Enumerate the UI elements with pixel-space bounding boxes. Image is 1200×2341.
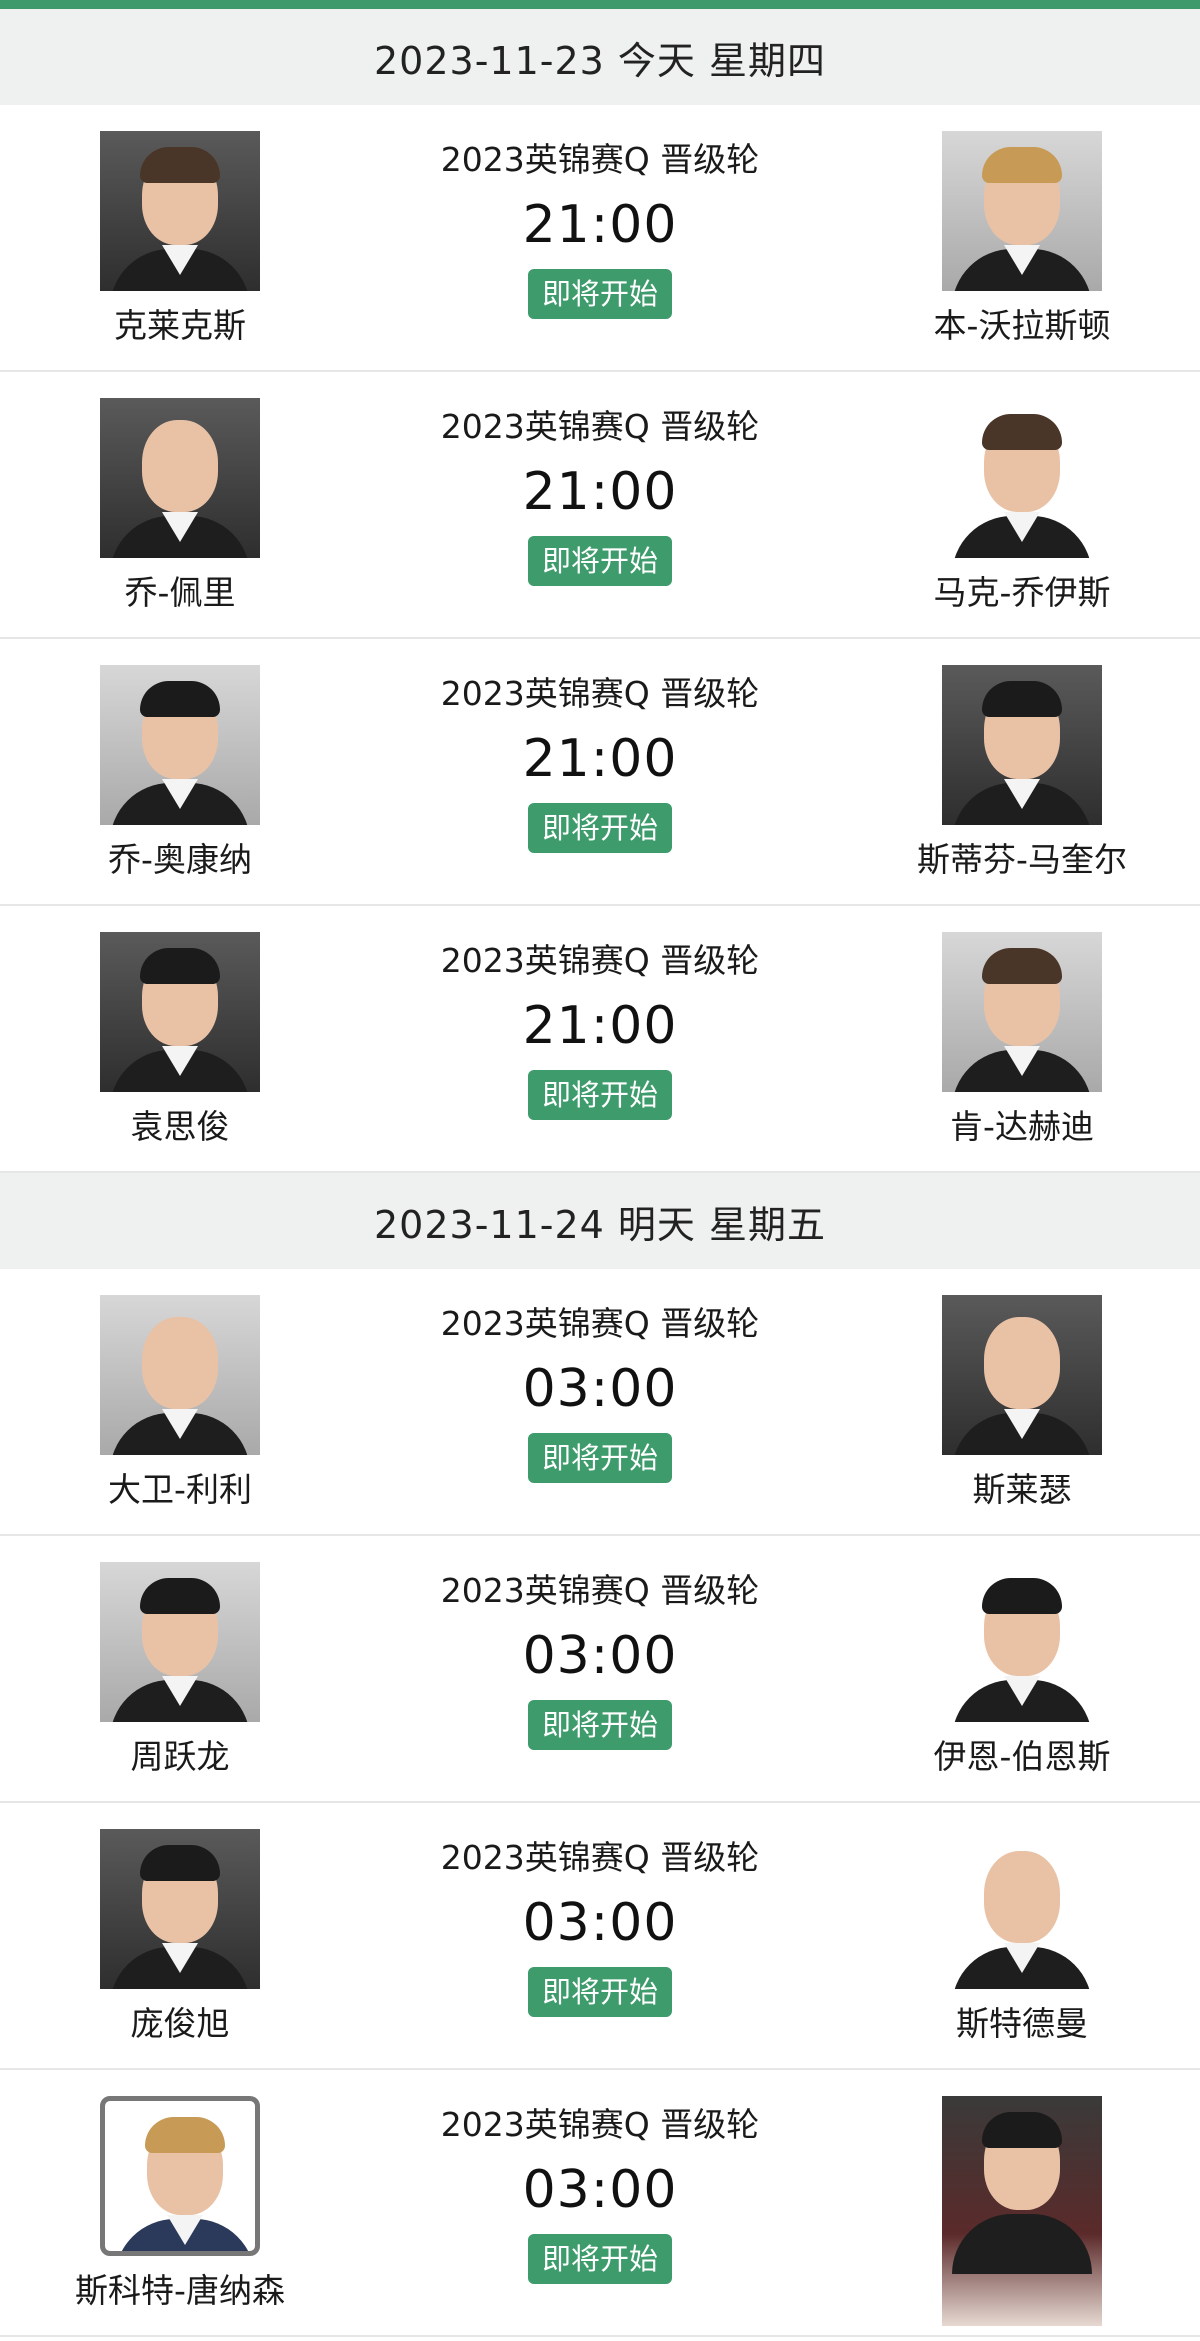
match-row[interactable]: 乔-奥康纳 2023英锦赛Q 晋级轮 21:00 即将开始 斯蒂芬-马奎尔 xyxy=(0,639,1200,906)
top-accent-bar xyxy=(0,0,1200,9)
player-avatar xyxy=(942,2096,1102,2326)
away-player[interactable]: 斯蒂芬-马奎尔 xyxy=(892,665,1152,881)
status-badge[interactable]: 即将开始 xyxy=(527,1967,672,2017)
match-info: 2023英锦赛Q 晋级轮 21:00 即将开始 xyxy=(400,934,800,1120)
home-player[interactable]: 周跃龙 xyxy=(50,1562,310,1778)
home-player[interactable]: 克莱克斯 xyxy=(50,131,310,347)
away-player-name: 伊恩-伯恩斯 xyxy=(933,1737,1111,1776)
match-time: 21:00 xyxy=(522,462,678,522)
status-badge[interactable]: 即将开始 xyxy=(527,1433,672,1483)
event-name: 2023英锦赛Q 晋级轮 xyxy=(440,941,760,980)
event-name: 2023英锦赛Q 晋级轮 xyxy=(440,1571,760,1610)
match-row[interactable]: 袁思俊 2023英锦赛Q 晋级轮 21:00 即将开始 肯-达赫迪 xyxy=(0,906,1200,1173)
match-time: 03:00 xyxy=(522,2160,678,2220)
away-player[interactable]: 本-沃拉斯顿 xyxy=(892,131,1152,347)
player-avatar xyxy=(942,665,1102,825)
home-player[interactable]: 袁思俊 xyxy=(50,932,310,1148)
match-info: 2023英锦赛Q 晋级轮 03:00 即将开始 xyxy=(400,1297,800,1483)
status-badge[interactable]: 即将开始 xyxy=(527,269,672,319)
player-avatar xyxy=(100,131,260,291)
status-badge[interactable]: 即将开始 xyxy=(527,803,672,853)
away-player-name: 本-沃拉斯顿 xyxy=(933,306,1111,345)
date-header-today: 2023-11-23 今天 星期四 xyxy=(0,9,1200,105)
home-player-name: 袁思俊 xyxy=(130,1107,230,1146)
match-info: 2023英锦赛Q 晋级轮 21:00 即将开始 xyxy=(400,667,800,853)
match-row[interactable]: 乔-佩里 2023英锦赛Q 晋级轮 21:00 即将开始 马克-乔伊斯 xyxy=(0,372,1200,639)
date-header-tomorrow: 2023-11-24 明天 星期五 xyxy=(0,1173,1200,1269)
player-avatar xyxy=(100,1829,260,1989)
event-name: 2023英锦赛Q 晋级轮 xyxy=(440,1838,760,1877)
event-name: 2023英锦赛Q 晋级轮 xyxy=(440,674,760,713)
home-player[interactable]: 斯科特-唐纳森 xyxy=(50,2096,310,2312)
away-player[interactable]: 马克-乔伊斯 xyxy=(892,398,1152,614)
home-player[interactable]: 庞俊旭 xyxy=(50,1829,310,2045)
match-info: 2023英锦赛Q 晋级轮 03:00 即将开始 xyxy=(400,2098,800,2284)
away-player[interactable]: 伊恩-伯恩斯 xyxy=(892,1562,1152,1778)
status-badge[interactable]: 即将开始 xyxy=(527,2234,672,2284)
player-avatar xyxy=(100,932,260,1092)
player-avatar xyxy=(942,131,1102,291)
home-player-name: 乔-佩里 xyxy=(124,573,236,612)
match-row[interactable]: 周跃龙 2023英锦赛Q 晋级轮 03:00 即将开始 伊恩-伯恩斯 xyxy=(0,1536,1200,1803)
player-avatar xyxy=(100,1295,260,1455)
event-name: 2023英锦赛Q 晋级轮 xyxy=(440,2105,760,2144)
player-avatar xyxy=(100,2096,260,2256)
away-player[interactable]: 斯特德曼 xyxy=(892,1829,1152,2045)
event-name: 2023英锦赛Q 晋级轮 xyxy=(440,140,760,179)
match-info: 2023英锦赛Q 晋级轮 03:00 即将开始 xyxy=(400,1564,800,1750)
home-player[interactable]: 乔-奥康纳 xyxy=(50,665,310,881)
match-time: 03:00 xyxy=(522,1359,678,1419)
match-time: 21:00 xyxy=(522,729,678,789)
home-player-name: 乔-奥康纳 xyxy=(108,840,252,879)
status-badge[interactable]: 即将开始 xyxy=(527,536,672,586)
match-row[interactable]: 斯科特-唐纳森 2023英锦赛Q 晋级轮 03:00 即将开始 xyxy=(0,2070,1200,2337)
away-player-name: 马克-乔伊斯 xyxy=(933,573,1111,612)
away-player-name: 肯-达赫迪 xyxy=(950,1107,1094,1146)
match-info: 2023英锦赛Q 晋级轮 03:00 即将开始 xyxy=(400,1831,800,2017)
away-player-name: 斯莱瑟 xyxy=(972,1470,1072,1509)
home-player-name: 克莱克斯 xyxy=(114,306,246,345)
home-player-name: 庞俊旭 xyxy=(130,2004,230,2043)
match-row[interactable]: 大卫-利利 2023英锦赛Q 晋级轮 03:00 即将开始 斯莱瑟 xyxy=(0,1269,1200,1536)
away-player-name: 斯蒂芬-马奎尔 xyxy=(917,840,1127,879)
date-label: 2023-11-23 今天 星期四 xyxy=(374,38,826,83)
event-name: 2023英锦赛Q 晋级轮 xyxy=(440,407,760,446)
match-time: 21:00 xyxy=(522,996,678,1056)
player-avatar xyxy=(100,665,260,825)
player-avatar xyxy=(942,1562,1102,1722)
event-name: 2023英锦赛Q 晋级轮 xyxy=(440,1304,760,1343)
home-player[interactable]: 乔-佩里 xyxy=(50,398,310,614)
away-player[interactable]: 肯-达赫迪 xyxy=(892,932,1152,1148)
match-time: 03:00 xyxy=(522,1626,678,1686)
player-avatar xyxy=(942,1829,1102,1989)
match-info: 2023英锦赛Q 晋级轮 21:00 即将开始 xyxy=(400,400,800,586)
match-time: 03:00 xyxy=(522,1893,678,1953)
player-avatar xyxy=(942,932,1102,1092)
player-avatar xyxy=(100,398,260,558)
match-row[interactable]: 克莱克斯 2023英锦赛Q 晋级轮 21:00 即将开始 本-沃拉斯顿 xyxy=(0,105,1200,372)
player-avatar xyxy=(100,1562,260,1722)
status-badge[interactable]: 即将开始 xyxy=(527,1700,672,1750)
home-player-name: 大卫-利利 xyxy=(108,1470,252,1509)
home-player-name: 周跃龙 xyxy=(130,1737,230,1776)
away-player[interactable]: 斯莱瑟 xyxy=(892,1295,1152,1511)
match-time: 21:00 xyxy=(522,195,678,255)
player-avatar xyxy=(942,398,1102,558)
status-badge[interactable]: 即将开始 xyxy=(527,1070,672,1120)
away-player-name: 斯特德曼 xyxy=(956,2004,1088,2043)
player-avatar xyxy=(942,1295,1102,1455)
match-info: 2023英锦赛Q 晋级轮 21:00 即将开始 xyxy=(400,133,800,319)
date-label: 2023-11-24 明天 星期五 xyxy=(374,1202,826,1247)
match-row[interactable]: 庞俊旭 2023英锦赛Q 晋级轮 03:00 即将开始 斯特德曼 xyxy=(0,1803,1200,2070)
home-player-name: 斯科特-唐纳森 xyxy=(75,2271,285,2310)
away-player[interactable] xyxy=(892,2096,1152,2334)
home-player[interactable]: 大卫-利利 xyxy=(50,1295,310,1511)
